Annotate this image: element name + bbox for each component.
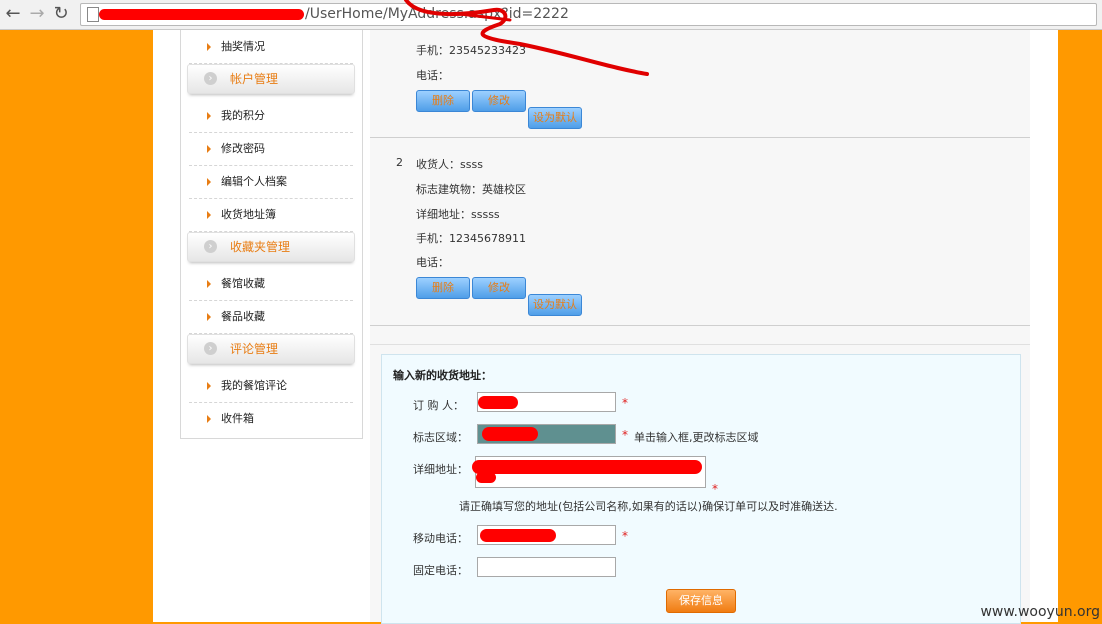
annotation-stroke (404, 0, 649, 76)
annotation-stroke (458, 12, 512, 22)
watermark: www.wooyun.org (980, 604, 1100, 620)
annotation-overlay (404, 0, 649, 76)
